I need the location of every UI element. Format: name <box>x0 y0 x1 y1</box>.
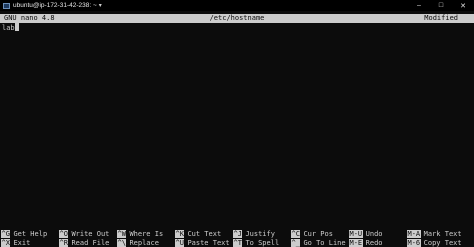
editor-line: lab <box>2 23 474 33</box>
shortcut-redo[interactable]: M-E Redo <box>349 238 407 247</box>
shortcut-exit[interactable]: ^X Exit <box>1 238 59 247</box>
shortcut-justify[interactable]: ^J Justify <box>233 230 291 239</box>
shortcut-column: ^G Get Help ^X Exit <box>1 230 59 247</box>
maximize-icon[interactable]: □ <box>430 0 452 11</box>
shortcut-label: Undo <box>365 230 383 238</box>
shortcut-column: ^C Cur Pos ^_ Go To Line <box>291 230 349 247</box>
nano-header-bar: GNU nano 4.8 /etc/hostname Modified <box>0 14 474 23</box>
line-text: lab <box>2 24 15 32</box>
shortcut-label: Write Out <box>71 230 110 238</box>
shortcut-label: Cur Pos <box>303 230 333 238</box>
shortcut-key: M-6 <box>407 238 421 247</box>
shortcut-label: Exit <box>13 238 31 247</box>
shortcut-replace[interactable]: ^\ Replace <box>117 238 175 247</box>
close-icon[interactable]: ✕ <box>452 0 474 11</box>
shortcut-paste-text[interactable]: ^U Paste Text <box>175 238 233 247</box>
shortcut-key: ^O <box>59 230 69 238</box>
shortcut-label: Replace <box>129 238 159 247</box>
shortcut-column: ^W Where Is ^\ Replace <box>117 230 175 247</box>
shortcut-key: ^G <box>1 230 11 238</box>
editor-area[interactable]: lab <box>0 23 474 225</box>
shortcut-label: Justify <box>245 230 275 238</box>
shortcut-where-is[interactable]: ^W Where Is <box>117 230 175 239</box>
shortcut-key: ^R <box>59 238 69 247</box>
shortcut-undo[interactable]: M-U Undo <box>349 230 407 239</box>
text-cursor <box>14 23 19 31</box>
window-titlebar: ubuntu@ip-172-31-42-238: ~ ▾ – □ ✕ <box>0 0 474 11</box>
shortcut-key: ^C <box>291 230 301 238</box>
shortcut-key: ^\ <box>117 238 127 247</box>
shortcut-key: M-E <box>349 238 363 247</box>
shortcut-label: Copy Text <box>423 238 462 247</box>
shortcut-column: M-A Mark Text M-6 Copy Text <box>407 230 465 247</box>
shortcut-key: M-A <box>407 230 421 238</box>
shortcut-copy-text[interactable]: M-6 Copy Text <box>407 238 465 247</box>
shortcut-key: ^T <box>233 238 243 247</box>
shortcut-mark-text[interactable]: M-A Mark Text <box>407 230 465 239</box>
shortcut-read-file[interactable]: ^R Read File <box>59 238 117 247</box>
shortcut-key: ^U <box>175 238 185 247</box>
shortcut-go-to-line[interactable]: ^_ Go To Line <box>291 238 349 247</box>
minimize-icon[interactable]: – <box>408 0 430 11</box>
shortcut-label: To Spell <box>245 238 280 247</box>
shortcut-label: Get Help <box>13 230 48 238</box>
shortcut-column: ^K Cut Text ^U Paste Text <box>175 230 233 247</box>
shortcut-key: ^J <box>233 230 243 238</box>
shortcut-cur-pos[interactable]: ^C Cur Pos <box>291 230 349 239</box>
modified-status: Modified <box>424 14 458 22</box>
shortcut-label: Paste Text <box>187 238 230 247</box>
shortcut-label: Mark Text <box>423 230 462 238</box>
shortcut-column: ^J Justify ^T To Spell <box>233 230 291 247</box>
file-name: /etc/hostname <box>209 14 265 22</box>
shortcut-bar: ^G Get Help ^X Exit ^O Write Out ^R Read Fil… <box>0 230 474 247</box>
shortcut-cut-text[interactable]: ^K Cut Text <box>175 230 233 239</box>
shortcut-label: Redo <box>365 238 383 247</box>
shortcut-column: M-U Undo M-E Redo <box>349 230 407 247</box>
shortcut-label: Go To Line <box>303 238 346 247</box>
shortcut-write-out[interactable]: ^O Write Out <box>59 230 117 239</box>
shortcut-to-spell[interactable]: ^T To Spell <box>233 238 291 247</box>
shortcut-label: Cut Text <box>187 230 222 238</box>
window-controls: – □ ✕ <box>408 0 474 11</box>
shortcut-label: Read File <box>71 238 110 247</box>
shortcut-label: Where Is <box>129 230 164 238</box>
shortcut-key: ^_ <box>291 238 301 247</box>
shortcut-get-help[interactable]: ^G Get Help <box>1 230 59 239</box>
shortcut-key: ^W <box>117 230 127 238</box>
window-title: ubuntu@ip-172-31-42-238: ~ <box>13 2 97 9</box>
shortcut-key: M-U <box>349 230 363 238</box>
terminal-app-icon <box>3 2 10 9</box>
tab-dropdown-icon[interactable]: ▾ <box>99 2 102 9</box>
shortcut-key: ^X <box>1 238 11 247</box>
shortcut-key: ^K <box>175 230 185 238</box>
shortcut-column: ^O Write Out ^R Read File <box>59 230 117 247</box>
